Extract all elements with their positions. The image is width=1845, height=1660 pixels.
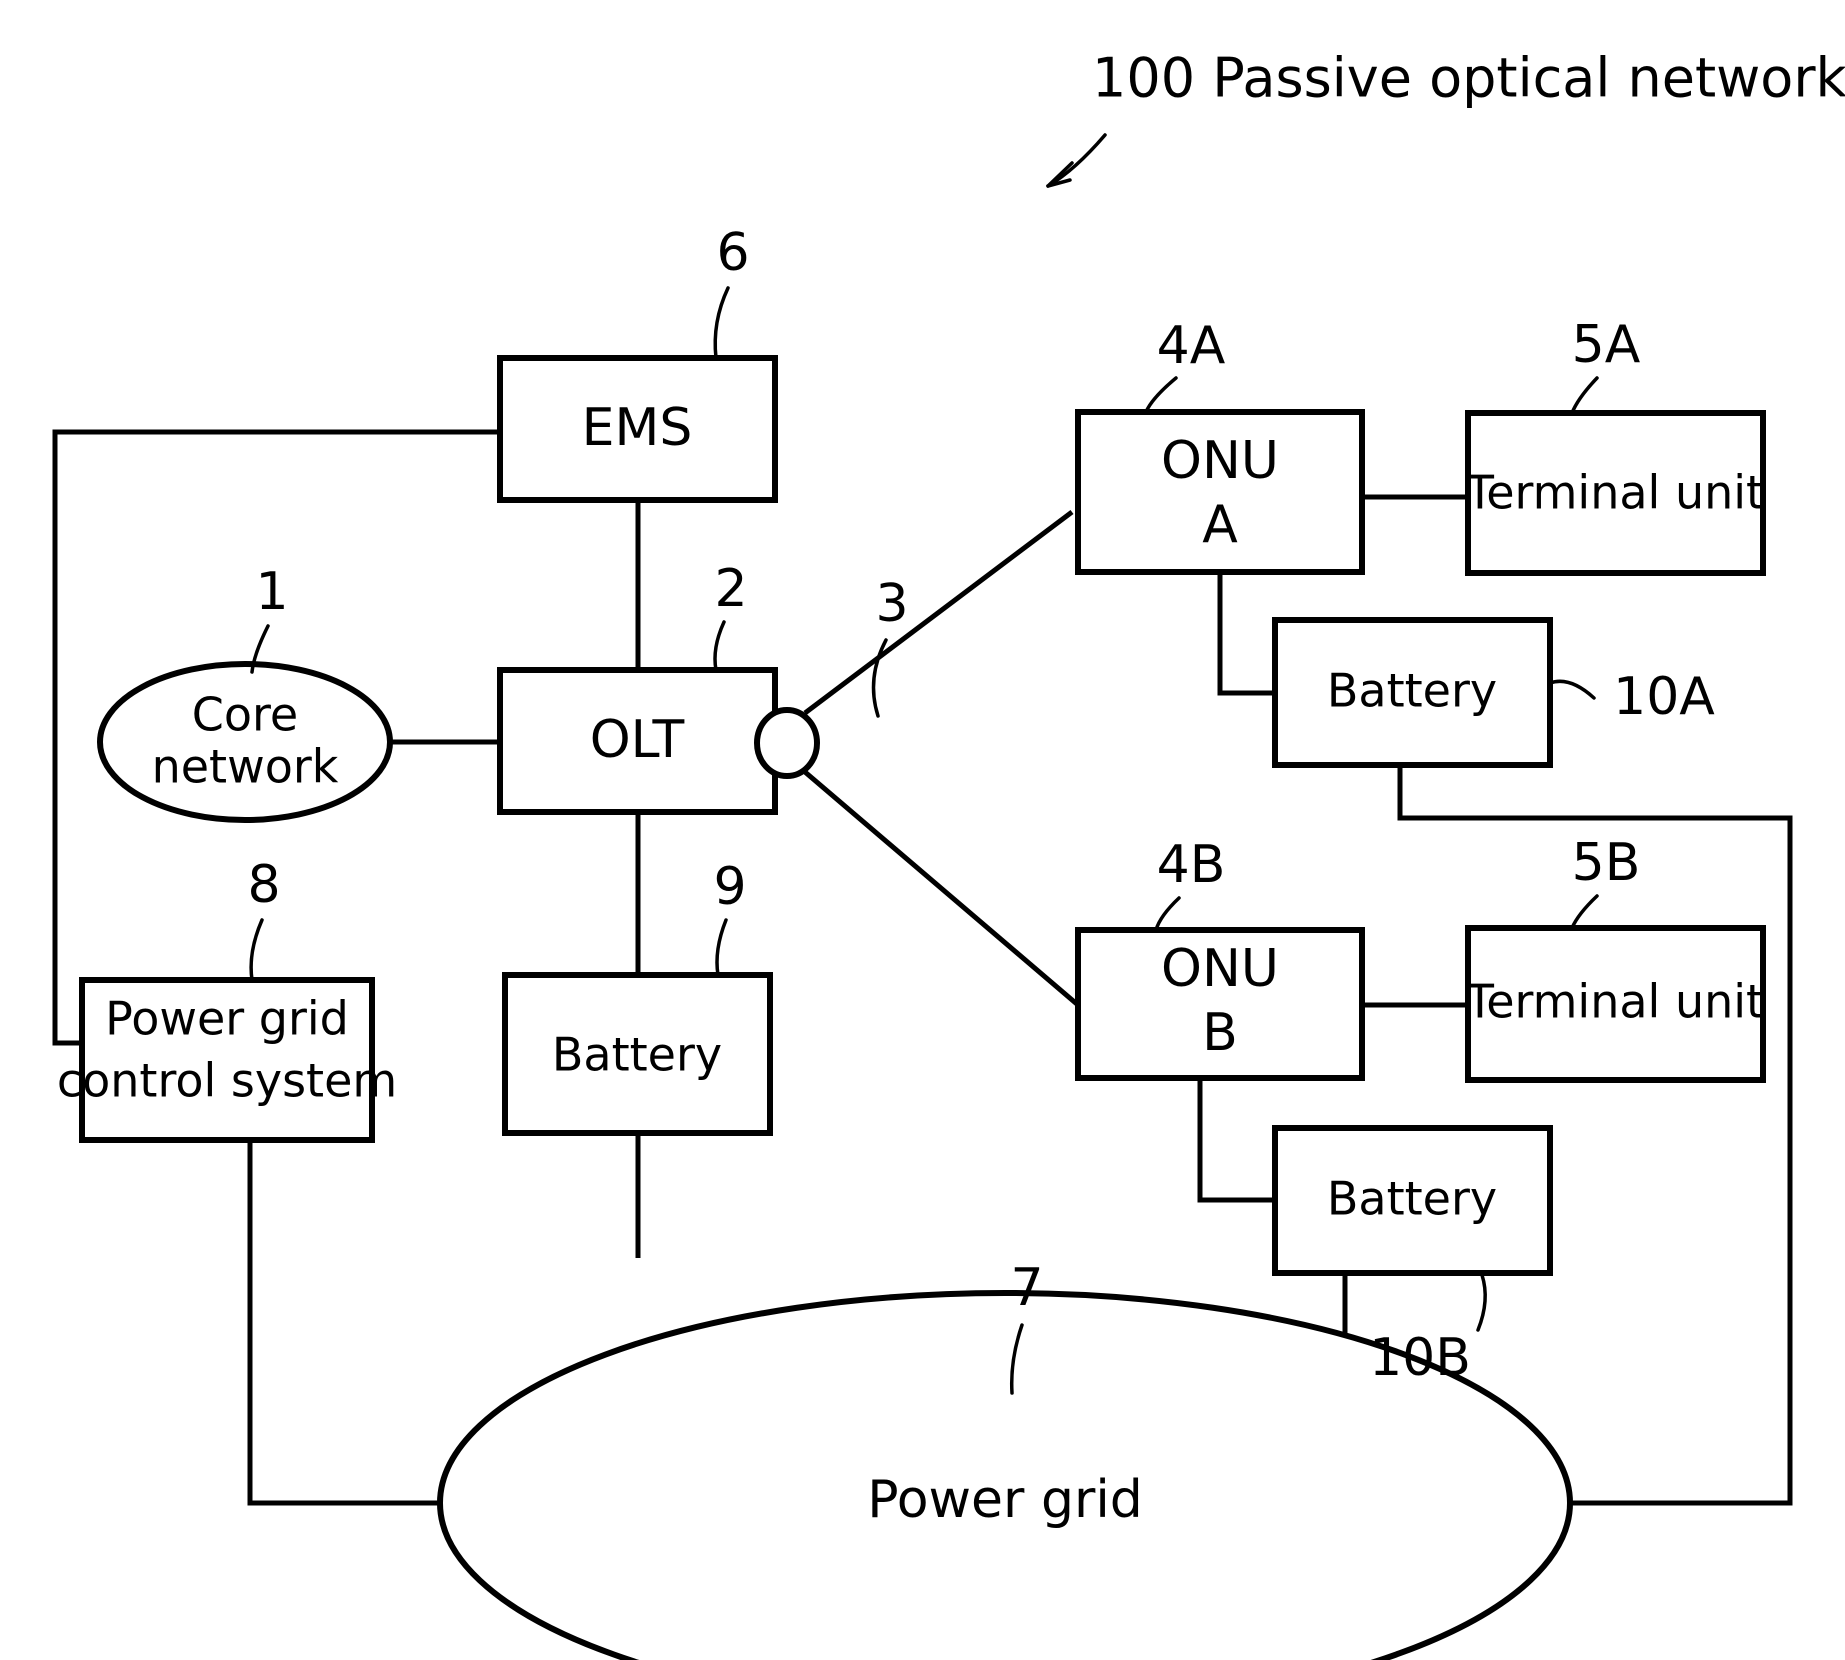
ref-label-9: 9 (713, 857, 746, 917)
ref-leader-6 (713, 286, 730, 360)
ref-label-7: 7 (1010, 1258, 1043, 1318)
ref-label-6: 6 (716, 223, 749, 283)
ref-label-8: 8 (247, 855, 280, 915)
link-splitter-to-onu-b (803, 770, 1080, 1007)
figure-title: 100 Passive optical network (1092, 47, 1845, 110)
ref-label-4A: 4A (1157, 316, 1226, 376)
node-battery-olt-label: Battery (552, 1028, 722, 1082)
node-splitter[interactable] (754, 707, 820, 779)
link-splitter-to-onu-a (803, 510, 1074, 715)
node-onu-b-label-line2: B (1202, 1003, 1238, 1063)
node-power-grid-label: Power grid (867, 1470, 1143, 1530)
patent-figure: EMS Core network OLT Power grid control … (0, 0, 1845, 1660)
node-battery-a-label: Battery (1327, 664, 1497, 718)
ref-leader-10A (1548, 679, 1596, 700)
ref-label-3: 3 (875, 574, 908, 634)
diagram-canvas: EMS Core network OLT Power grid control … (52, 47, 1845, 1660)
ref-label-5A: 5A (1572, 315, 1641, 375)
ref-label-10B: 10B (1369, 1328, 1471, 1388)
ref-leader-2 (713, 620, 726, 672)
node-core-network-label-line2: network (152, 740, 339, 794)
ref-label-5B: 5B (1572, 833, 1641, 893)
node-power-grid-control-label-line1: Power grid (105, 992, 349, 1046)
node-olt-label: OLT (590, 710, 685, 770)
link-power-grid-control-to-power-grid (247, 1140, 440, 1506)
link-onu-a-to-battery-a (1217, 572, 1275, 696)
node-onu-a-label-line2: A (1202, 495, 1238, 555)
node-ems-label: EMS (582, 398, 693, 458)
node-onu-b-label-line1: ONU (1161, 939, 1279, 999)
ref-leader-5B (1570, 894, 1599, 930)
node-terminal-unit-a-label: Terminal unit (1465, 466, 1764, 520)
ref-label-10A: 10A (1613, 667, 1715, 727)
node-core-network-label-line1: Core (192, 688, 298, 742)
ref-leader-8 (249, 918, 264, 982)
ref-leader-4A (1144, 376, 1178, 414)
ref-leader-9 (715, 918, 728, 977)
ref-leader-4B (1154, 896, 1181, 932)
node-battery-b-label: Battery (1327, 1172, 1497, 1226)
link-onu-b-to-battery-b (1197, 1078, 1275, 1203)
ref-label-2: 2 (714, 559, 747, 619)
ref-leader-5A (1570, 376, 1599, 415)
ref-label-4B: 4B (1157, 835, 1226, 895)
ref-label-1: 1 (255, 562, 288, 622)
node-power-grid-control-label-line2: control system (57, 1054, 397, 1108)
figure-title-arrowhead-icon (1046, 161, 1074, 188)
node-terminal-unit-b-label: Terminal unit (1465, 975, 1764, 1029)
node-onu-a-label-line1: ONU (1161, 431, 1279, 491)
ref-leader-10B (1476, 1273, 1487, 1332)
